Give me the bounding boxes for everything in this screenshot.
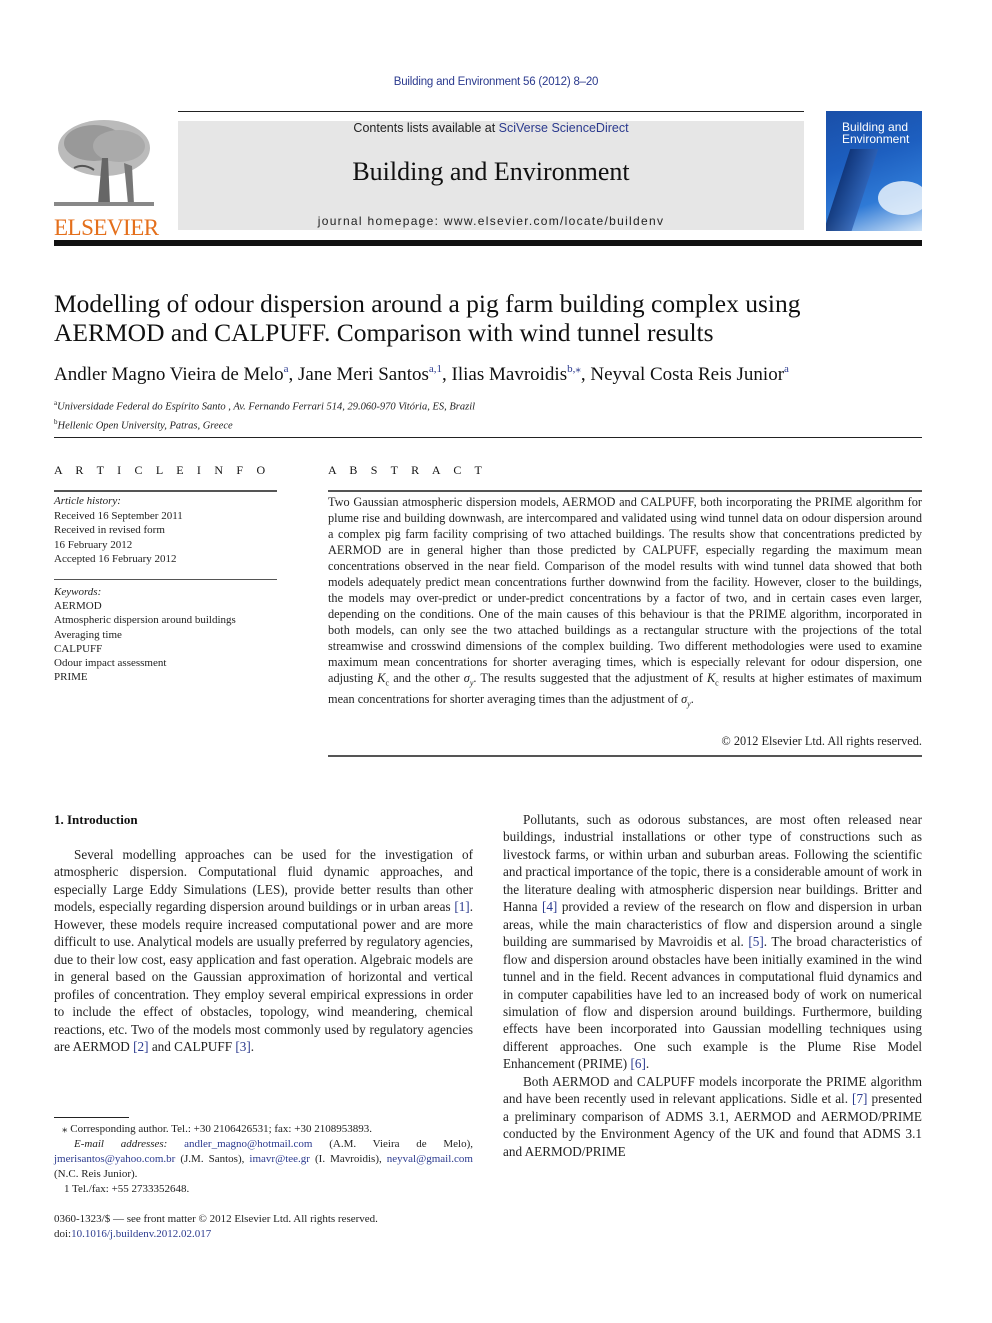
article-info-heading: A R T I C L E I N F O (54, 463, 271, 477)
author[interactable]: Ilias Mavroidisb,⁎ (452, 363, 581, 385)
history-label: Article history: (54, 495, 121, 507)
journal-reference[interactable]: Building and Environment 56 (2012) 8–20 (0, 76, 992, 88)
journal-title: Building and Environment (352, 157, 630, 186)
abstract-copyright: © 2012 Elsevier Ltd. All rights reserved… (721, 734, 922, 748)
citation-link[interactable]: [3] (235, 1039, 250, 1054)
author[interactable]: Andler Magno Vieira de Meloa (54, 363, 289, 385)
email-addresses: E-mail addresses: andler_magno@hotmail.c… (54, 1138, 474, 1180)
journal-homepage[interactable]: journal homepage: www.elsevier.com/locat… (178, 214, 804, 228)
abstract-rule (328, 490, 922, 492)
history-item: 16 February 2012 (54, 538, 133, 551)
affiliation: bHellenic Open University, Patras, Greec… (54, 417, 233, 432)
sciencedirect-link[interactable]: SciVerse ScienceDirect (499, 121, 629, 135)
affiliations: aUniversidade Federal do Espírito Santo … (54, 396, 475, 433)
keyword: Atmospheric dispersion around buildings (54, 614, 236, 627)
author-list: Andler Magno Vieira de Meloa, Jane Meri … (54, 363, 789, 385)
article-title: Modelling of odour dispersion around a p… (54, 289, 801, 347)
header-rule (178, 111, 804, 112)
section-heading-introduction: 1. Introduction (54, 812, 138, 827)
author[interactable]: Neyval Costa Reis Juniora (590, 363, 789, 385)
keyword: PRIME (54, 671, 88, 684)
contents-availability: Contents lists available at SciVerse Sci… (178, 121, 804, 135)
abstract-text: Two Gaussian atmospheric dispersion mode… (328, 495, 922, 709)
elsevier-wordmark: ELSEVIER (54, 215, 159, 240)
article-info-rule (54, 490, 277, 492)
paragraph: Several modelling approaches can be used… (54, 847, 473, 1054)
elsevier-logo[interactable]: ELSEVIER (54, 118, 159, 240)
footnote-rule (54, 1117, 129, 1118)
citation-link[interactable]: [4] (542, 899, 557, 914)
paragraph: Both AERMOD and CALPUFF models incorpora… (503, 1073, 923, 1159)
journal-cover-image[interactable]: Building and Environment (826, 111, 922, 231)
affiliation-divider (54, 437, 922, 438)
body-column-right: Pollutants, such as odorous substances, … (503, 811, 922, 1160)
history-item: Received in revised form (54, 524, 165, 536)
history-item: Received 16 September 2011 (54, 509, 183, 522)
keyword: CALPUFF (54, 642, 103, 655)
email-link[interactable]: imavr@tee.gr (249, 1153, 310, 1165)
email-link[interactable]: andler_magno@hotmail.com (184, 1138, 312, 1150)
elsevier-tree-icon (54, 118, 154, 210)
body-column-left: Several modelling approaches can be used… (54, 846, 473, 1055)
contents-prefix: Contents lists available at (353, 121, 499, 135)
journal-masthead: Contents lists available at SciVerse Sci… (178, 121, 804, 230)
cover-title: Building and Environment (842, 120, 910, 146)
citation-link[interactable]: [6] (630, 1056, 645, 1071)
citation-link[interactable]: [2] (133, 1039, 148, 1054)
keywords-rule (54, 579, 277, 580)
history-item: Accepted 16 February 2012 (54, 553, 177, 565)
abstract-bottom-rule (328, 755, 922, 757)
cover-building-graphic (826, 149, 879, 231)
cover-cloud-graphic (878, 181, 922, 215)
keyword: AERMOD (54, 600, 102, 613)
article-history: Article history: Received 16 September 2… (54, 494, 183, 567)
masthead-divider (54, 240, 922, 246)
footnote-1: 1 Tel./fax: +55 2733352648. (64, 1183, 190, 1195)
keyword: Odour impact assessment (54, 657, 167, 670)
paragraph: Pollutants, such as odorous substances, … (503, 812, 922, 1072)
front-matter: 0360-1323/$ — see front matter © 2012 El… (54, 1212, 378, 1242)
email-link[interactable]: jmerisantos@yahoo.com.br (54, 1153, 175, 1165)
citation-link[interactable]: [5] (748, 934, 763, 949)
author[interactable]: Jane Meri Santosa,1 (298, 363, 442, 385)
affiliation: aUniversidade Federal do Espírito Santo … (54, 399, 476, 413)
doi-line: doi:10.1016/j.buildenv.2012.02.017 (54, 1228, 212, 1240)
keywords: Keywords: AERMOD Atmospheric dispersion … (54, 585, 236, 684)
keyword: Averaging time (54, 628, 122, 641)
issn-line: 0360-1323/$ — see front matter © 2012 El… (54, 1213, 378, 1225)
footnotes: ⁎ Corresponding author. Tel.: +30 210642… (54, 1122, 473, 1197)
citation-link[interactable]: [7] (852, 1091, 867, 1106)
citation-link[interactable]: [1] (454, 899, 469, 914)
abstract-heading: A B S T R A C T (328, 463, 488, 477)
corresponding-author-note: ⁎ Corresponding author. Tel.: +30 210642… (62, 1123, 372, 1135)
email-link[interactable]: neyval@gmail.com (387, 1153, 473, 1165)
doi-link[interactable]: 10.1016/j.buildenv.2012.02.017 (71, 1228, 211, 1240)
keywords-label: Keywords: (54, 586, 102, 598)
